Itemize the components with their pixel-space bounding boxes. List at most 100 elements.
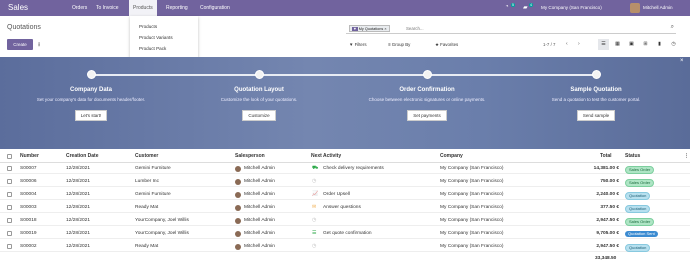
select-all-checkbox[interactable] [7,154,12,159]
row-checkbox[interactable] [7,231,12,236]
onboarding-track [94,74,599,76]
group-by-button[interactable]: ≡ Group By [388,42,410,47]
cell-total: 750.00 € [600,179,619,184]
column-header-next-activity[interactable]: Next Activity [311,153,341,159]
cell-number: S00002 [20,244,37,249]
search-input[interactable]: Search... [406,26,424,31]
column-header-customer[interactable]: Customer [135,153,158,159]
search-bar[interactable]: ▼ My Quotations × Search... ⌕ [346,23,676,34]
search-icon[interactable]: ⌕ [671,24,674,31]
table-row[interactable]: S00007 12/28/2021 Gemini Furniture Mitchell… [0,163,690,174]
row-checkbox[interactable] [7,166,12,171]
column-header-salesperson[interactable]: Salesperson [235,153,265,159]
activity-list-icon[interactable]: ☰ [312,230,316,236]
row-checkbox[interactable] [7,218,12,223]
table-row[interactable]: S00018 12/28/2021 YourCompany, Joel Willis… [0,215,690,226]
step-title: Company Data [69,87,112,93]
salesperson-avatar [235,243,241,250]
step-order-confirmation: Order Confirmation Choose between electr… [367,87,487,121]
column-header-status[interactable]: Status [625,153,640,159]
menu-products[interactable]: Products [129,0,157,16]
cell-next-activity: Order Upsell [323,192,350,197]
calendar-view-icon[interactable]: ▣ [626,39,637,50]
cell-customer: Lumber Inc [135,179,159,184]
activity-chart-icon[interactable]: 📈 [312,191,318,197]
grand-total: 33,348.50 [595,256,617,261]
cell-next-activity: Check delivery requirements [323,166,384,171]
status-badge: Sales Order [625,178,655,187]
cell-customer: YourCompany, Joel Willis [135,218,189,223]
cell-salesperson: Mitchell Admin [244,244,275,249]
cell-customer: Gemini Furniture [135,166,171,171]
menu-configuration[interactable]: Configuration [200,5,230,11]
menu-orders[interactable]: Orders [72,5,87,11]
close-icon[interactable]: × [680,58,684,64]
row-checkbox[interactable] [7,244,12,249]
pager-prev-icon[interactable]: ‹ [566,41,568,47]
activity-mail-icon[interactable]: ✉ [312,204,316,210]
activity-truck-icon[interactable]: ⛟ [312,165,318,172]
table-row[interactable]: S00004 12/28/2021 Gemini Furniture Mitchell… [0,189,690,200]
column-header-creation-date[interactable]: Creation Date [66,153,99,159]
lets-start-button[interactable]: Let's start! [74,110,108,121]
activity-clock-icon[interactable]: ◷ [312,217,316,223]
customize-button[interactable]: Customize [242,110,276,121]
activity-icon[interactable]: ◔ [505,4,509,10]
salesperson-avatar [235,178,241,185]
dropdown-item-product-variants[interactable]: Product Variants [139,35,173,40]
table-row[interactable]: S00019 12/28/2021 YourCompany, Joel Willis… [0,228,690,239]
user-menu[interactable]: Mitchell Admin [643,5,673,10]
row-checkbox[interactable] [7,192,12,197]
step-company-data: Company Data Set your company's data for… [31,87,151,121]
step-dot-company-data [87,70,96,79]
step-dot-sample-quotation [592,70,601,79]
cell-salesperson: Mitchell Admin [244,166,275,171]
kanban-view-icon[interactable]: ▦ [612,39,623,50]
create-button[interactable]: Create [7,39,33,50]
row-checkbox[interactable] [7,179,12,184]
cell-creation-date: 12/28/2021 [66,166,91,171]
pager-value[interactable]: 1-7 / 7 [543,42,555,47]
company-switcher[interactable]: My Company (San Francisco) [541,5,602,10]
pivot-view-icon[interactable]: ⊞ [640,39,651,50]
dropdown-item-product-pack[interactable]: Product Pack [139,46,166,51]
optional-columns-icon[interactable]: ⋮ [684,153,689,159]
step-title: Quotation Layout [234,87,284,93]
status-badge: Quotation [625,204,651,213]
set-payments-button[interactable]: Set payments [407,110,447,121]
graph-view-icon[interactable]: ▮ [654,39,665,50]
table-row[interactable]: S00003 12/28/2021 Ready Mat Mitchell Admin ✉… [0,202,690,213]
facet-close-icon[interactable]: × [384,27,386,31]
chat-count-badge: 4 [529,3,533,7]
chat-icon[interactable]: ▰ [523,4,528,11]
onboarding-banner: × Company Data Set your company's data f… [0,57,690,149]
salesperson-avatar [235,191,241,198]
menu-reporting[interactable]: Reporting [166,5,188,11]
column-header-number[interactable]: Number [20,153,39,159]
cell-total: 2,947.50 € [596,244,619,249]
app-name[interactable]: Sales [8,3,28,12]
filters-button[interactable]: ▼ Filters [349,42,367,47]
status-badge: Quotation [625,243,651,252]
column-header-total[interactable]: Total [600,153,612,159]
column-header-company[interactable]: Company [440,153,463,159]
menu-to-invoice[interactable]: To Invoice [96,5,119,11]
download-icon[interactable]: ⭳ [38,40,40,50]
table-row[interactable]: S00006 12/28/2021 Lumber Inc Mitchell Admin… [0,176,690,187]
pager-next-icon[interactable]: › [578,41,580,47]
table-row[interactable]: S00002 12/28/2021 Ready Mat Mitchell Admin ◷… [0,241,690,252]
cell-company: My Company (San Francisco) [440,231,504,236]
list-view-icon[interactable]: ☰ [598,39,609,50]
user-avatar[interactable] [630,3,640,13]
dropdown-item-products[interactable]: Products [139,24,157,29]
activity-clock-icon[interactable]: ◷ [312,178,316,184]
search-facet: ▼ My Quotations × [349,24,390,32]
send-sample-button[interactable]: Send sample [576,110,616,121]
activity-clock-icon[interactable]: ◷ [312,243,316,249]
activity-count-badge: 5 [511,3,515,7]
cell-company: My Company (San Francisco) [440,244,504,249]
row-checkbox[interactable] [7,205,12,210]
cell-number: S00018 [20,218,37,223]
favorites-button[interactable]: ★ Favorites [435,42,458,48]
activity-view-icon[interactable]: ◷ [668,39,679,50]
